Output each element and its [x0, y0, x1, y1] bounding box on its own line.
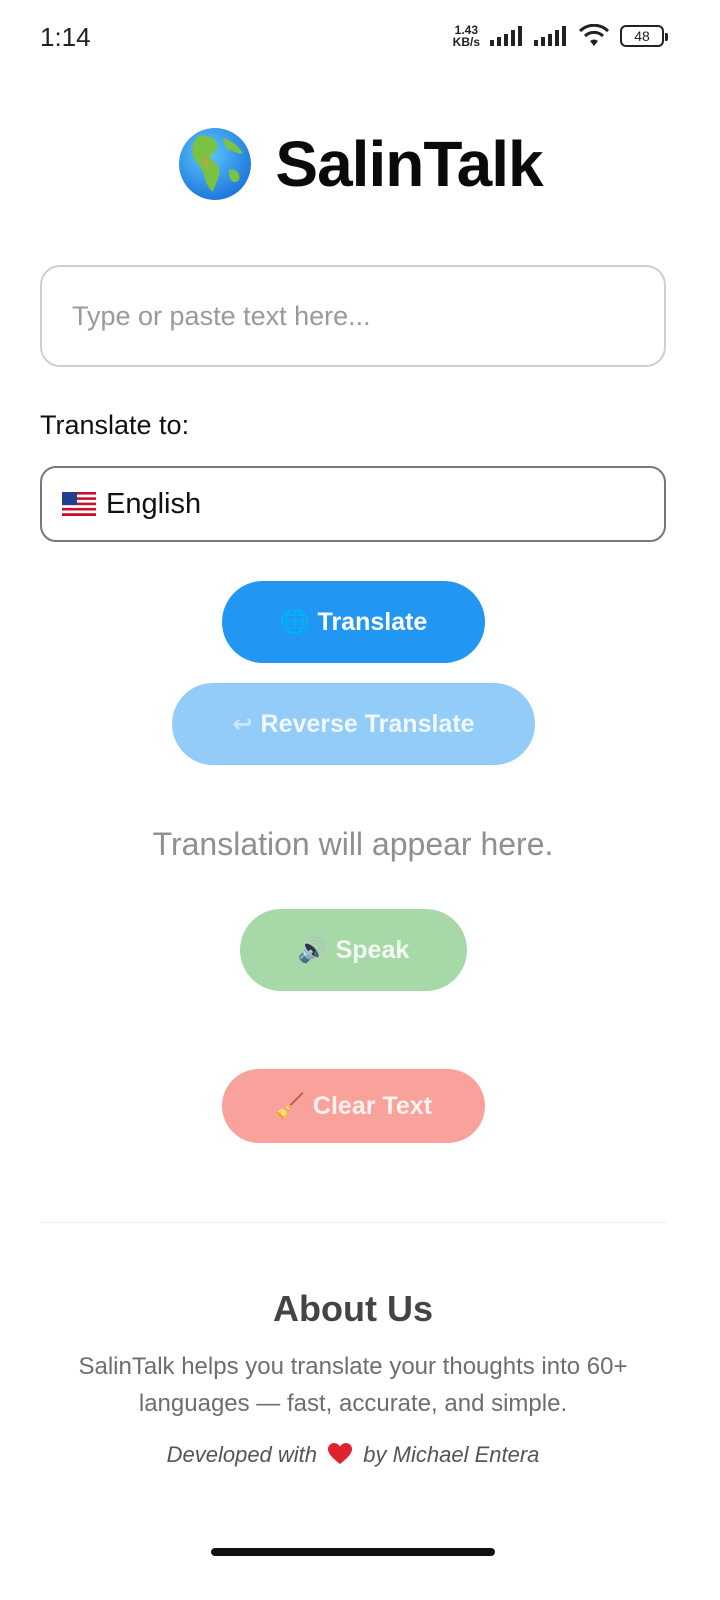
- translate-button[interactable]: 🌐 Translate: [222, 581, 485, 663]
- about-title: About Us: [273, 1288, 433, 1329]
- translation-output: Translation will appear here.: [152, 826, 554, 862]
- signal-icon: [490, 26, 522, 46]
- us-flag-icon: [62, 492, 96, 516]
- network-speed-unit: KB/s: [452, 35, 480, 49]
- source-text-input[interactable]: [40, 265, 666, 367]
- home-indicator[interactable]: [211, 1548, 495, 1556]
- clear-text-button[interactable]: 🧹 Clear Text: [222, 1069, 485, 1143]
- signal-icon-2: [534, 26, 566, 46]
- return-arrow-icon: ↩: [232, 710, 253, 738]
- network-speed: 1.43 KB/s: [453, 24, 480, 48]
- translate-button-label: Translate: [317, 607, 428, 636]
- status-bar: 1:14 1.43 KB/s 48: [0, 0, 720, 76]
- heart-icon: [328, 1443, 353, 1464]
- translate-to-label: Translate to:: [40, 410, 190, 440]
- battery-icon: 48: [620, 25, 668, 47]
- broom-icon: 🧹: [275, 1092, 305, 1120]
- reverse-translate-button[interactable]: ↩ Reverse Translate: [172, 683, 535, 765]
- speak-button-label: Speak: [335, 935, 410, 964]
- speaker-icon: 🔊: [297, 936, 328, 964]
- target-language-select[interactable]: English: [40, 466, 666, 542]
- developer-credit: Developed with by Michael Entera: [0, 1442, 706, 1468]
- globe-small-icon: 🌐: [279, 608, 310, 636]
- speak-button[interactable]: 🔊 Speak: [240, 909, 467, 991]
- app-header: SalinTalk: [0, 124, 720, 204]
- status-time: 1:14: [40, 22, 91, 52]
- battery-level: 48: [634, 28, 650, 44]
- wifi-icon: [578, 24, 610, 46]
- app-title: SalinTalk: [275, 128, 543, 200]
- credit-prefix: Developed with: [166, 1442, 318, 1467]
- clear-text-button-label: Clear Text: [312, 1091, 432, 1120]
- status-icons: 1.43 KB/s 48: [453, 24, 668, 48]
- section-divider: [40, 1222, 666, 1223]
- about-description: SalinTalk helps you translate your thoug…: [78, 1353, 628, 1417]
- selected-language: English: [106, 487, 202, 520]
- globe-icon: [179, 128, 252, 200]
- reverse-translate-button-label: Reverse Translate: [260, 709, 475, 738]
- credit-suffix: by Michael Entera: [363, 1442, 540, 1467]
